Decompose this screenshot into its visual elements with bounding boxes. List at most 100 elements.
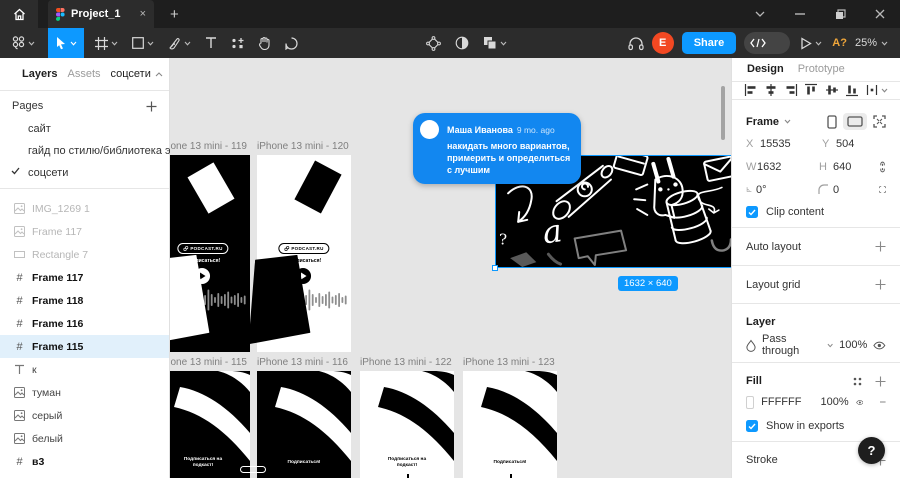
- comment-bubble[interactable]: Маша Иванова9 mo. ago накидать много вар…: [413, 113, 581, 184]
- zoom-level-selector[interactable]: 25%: [855, 37, 888, 49]
- independent-corners-icon[interactable]: [879, 183, 886, 196]
- show-in-exports-checkbox[interactable]: [746, 420, 758, 432]
- layer-row[interactable]: к: [0, 358, 169, 381]
- align-bottom-icon[interactable]: [845, 83, 859, 97]
- window-close-icon[interactable]: [860, 0, 900, 28]
- shape-tool-button[interactable]: [125, 28, 161, 58]
- design-frame-122[interactable]: Подписаться на подкаст!: [360, 371, 454, 478]
- layer-row[interactable]: серый: [0, 404, 169, 427]
- frame-label[interactable]: iPhone 13 mini - 120: [257, 141, 349, 152]
- document-tab[interactable]: Project_1 ×: [48, 0, 154, 28]
- layer-row[interactable]: # Frame 118: [0, 289, 169, 312]
- resize-to-fit-icon[interactable]: [873, 115, 886, 128]
- window-restore-icon[interactable]: [820, 0, 860, 28]
- layer-row[interactable]: IMG_1269 1: [0, 197, 169, 220]
- remove-fill-icon[interactable]: [880, 401, 886, 403]
- boolean-group-button[interactable]: [476, 28, 514, 58]
- fill-opacity-value[interactable]: 100%: [820, 396, 848, 408]
- eye-icon[interactable]: [873, 341, 886, 350]
- share-button[interactable]: Share: [682, 32, 737, 54]
- resources-button[interactable]: [224, 28, 251, 58]
- blend-mode-value[interactable]: Pass through: [762, 333, 821, 357]
- eye-icon[interactable]: [856, 398, 864, 407]
- y-input[interactable]: [836, 138, 882, 150]
- add-fill-icon[interactable]: [875, 376, 886, 387]
- frame-label[interactable]: iPhone 13 mini - 115: [170, 357, 247, 368]
- styles-icon[interactable]: [852, 376, 863, 387]
- add-page-icon[interactable]: [146, 101, 157, 112]
- design-frame-120[interactable]: PODCAST.RU Подписаться!: [257, 155, 351, 352]
- design-frame-119[interactable]: PODCAST.RU Подписаться!: [170, 155, 250, 352]
- frame-label[interactable]: iPhone 13 mini - 116: [257, 357, 348, 368]
- design-frame-123[interactable]: Подписаться!: [463, 371, 557, 478]
- home-button[interactable]: [0, 0, 38, 28]
- frame-tool-button[interactable]: [88, 28, 125, 58]
- tab-assets[interactable]: Assets: [67, 68, 100, 80]
- tab-layers[interactable]: Layers: [22, 68, 57, 80]
- help-button[interactable]: ?: [858, 437, 885, 464]
- add-layout-grid-icon[interactable]: [875, 279, 886, 290]
- layer-row[interactable]: # Frame 116: [0, 312, 169, 335]
- rotation-input[interactable]: [756, 184, 802, 196]
- layer-row[interactable]: # Frame 117: [0, 266, 169, 289]
- headphones-icon[interactable]: [628, 36, 644, 51]
- selection-handle-bottom-left[interactable]: [492, 265, 498, 271]
- layer-row[interactable]: Frame 117: [0, 220, 169, 243]
- clip-content-checkbox[interactable]: [746, 206, 758, 218]
- tidy-up-button[interactable]: [865, 83, 888, 97]
- corner-radius-input[interactable]: [833, 184, 879, 196]
- align-left-icon[interactable]: [744, 83, 758, 97]
- window-menu-chevron-icon[interactable]: [740, 0, 780, 28]
- frame-label[interactable]: iPhone 13 mini - 123: [463, 357, 555, 368]
- avatar[interactable]: E: [652, 32, 674, 54]
- height-input[interactable]: [833, 161, 879, 173]
- landscape-orientation-button[interactable]: [843, 113, 867, 130]
- constrain-proportions-icon[interactable]: [879, 160, 886, 174]
- edit-object-button[interactable]: [419, 28, 448, 58]
- layer-opacity-value[interactable]: 100%: [839, 339, 867, 351]
- canvas-scrollbar[interactable]: [721, 86, 725, 140]
- align-horizontal-center-icon[interactable]: [764, 83, 778, 97]
- width-input[interactable]: [757, 161, 803, 173]
- align-vertical-center-icon[interactable]: [825, 83, 839, 97]
- frame-label[interactable]: iPhone 13 mini - 122: [360, 357, 452, 368]
- frame-section-title[interactable]: Frame: [746, 116, 779, 128]
- layer-row[interactable]: белый: [0, 427, 169, 450]
- dev-mode-toggle[interactable]: [744, 32, 790, 54]
- comment-tool-button[interactable]: [278, 28, 305, 58]
- page-item-sait[interactable]: сайт: [0, 118, 169, 140]
- portrait-orientation-icon[interactable]: [827, 115, 837, 129]
- move-tool-button[interactable]: [48, 28, 84, 58]
- layer-row[interactable]: туман: [0, 381, 169, 404]
- text-tool-button[interactable]: [198, 28, 224, 58]
- tab-close-icon[interactable]: ×: [140, 8, 146, 20]
- fill-hex-value[interactable]: FFFFFF: [761, 396, 801, 408]
- feedback-badge[interactable]: A?: [832, 37, 847, 49]
- layer-section: Layer Pass through 100%: [732, 304, 900, 362]
- page-item-socseti[interactable]: соцсети: [0, 162, 169, 184]
- design-frame-115[interactable]: Подписаться на подкаст!: [170, 371, 250, 478]
- canvas[interactable]: iPhone 13 mini - 119 iPhone 13 mini - 12…: [170, 58, 731, 478]
- window-minimize-icon[interactable]: [780, 0, 820, 28]
- mask-button[interactable]: [448, 28, 476, 58]
- page-item-guide[interactable]: гайд по стилю/библиотека эле...: [0, 140, 169, 162]
- hand-tool-button[interactable]: [251, 28, 278, 58]
- tab-prototype[interactable]: Prototype: [798, 63, 845, 75]
- new-tab-button[interactable]: +: [154, 0, 195, 28]
- align-right-icon[interactable]: [784, 83, 798, 97]
- design-frame-116[interactable]: Подписаться!: [257, 371, 351, 478]
- layer-row[interactable]: Rectangle 7: [0, 243, 169, 266]
- add-auto-layout-icon[interactable]: [875, 241, 886, 252]
- blend-mode-icon[interactable]: [746, 339, 756, 352]
- fill-color-swatch[interactable]: [746, 396, 754, 409]
- layer-row-selected[interactable]: # Frame 115: [0, 335, 169, 358]
- main-menu-button[interactable]: [0, 28, 42, 58]
- present-button[interactable]: [798, 37, 824, 50]
- tab-design[interactable]: Design: [747, 63, 784, 75]
- x-input[interactable]: [760, 138, 806, 150]
- layer-row[interactable]: # в3: [0, 450, 169, 473]
- pen-tool-button[interactable]: [161, 28, 198, 58]
- frame-label[interactable]: iPhone 13 mini - 119: [170, 141, 247, 152]
- align-top-icon[interactable]: [804, 83, 818, 97]
- page-selector[interactable]: соцсети: [111, 68, 163, 80]
